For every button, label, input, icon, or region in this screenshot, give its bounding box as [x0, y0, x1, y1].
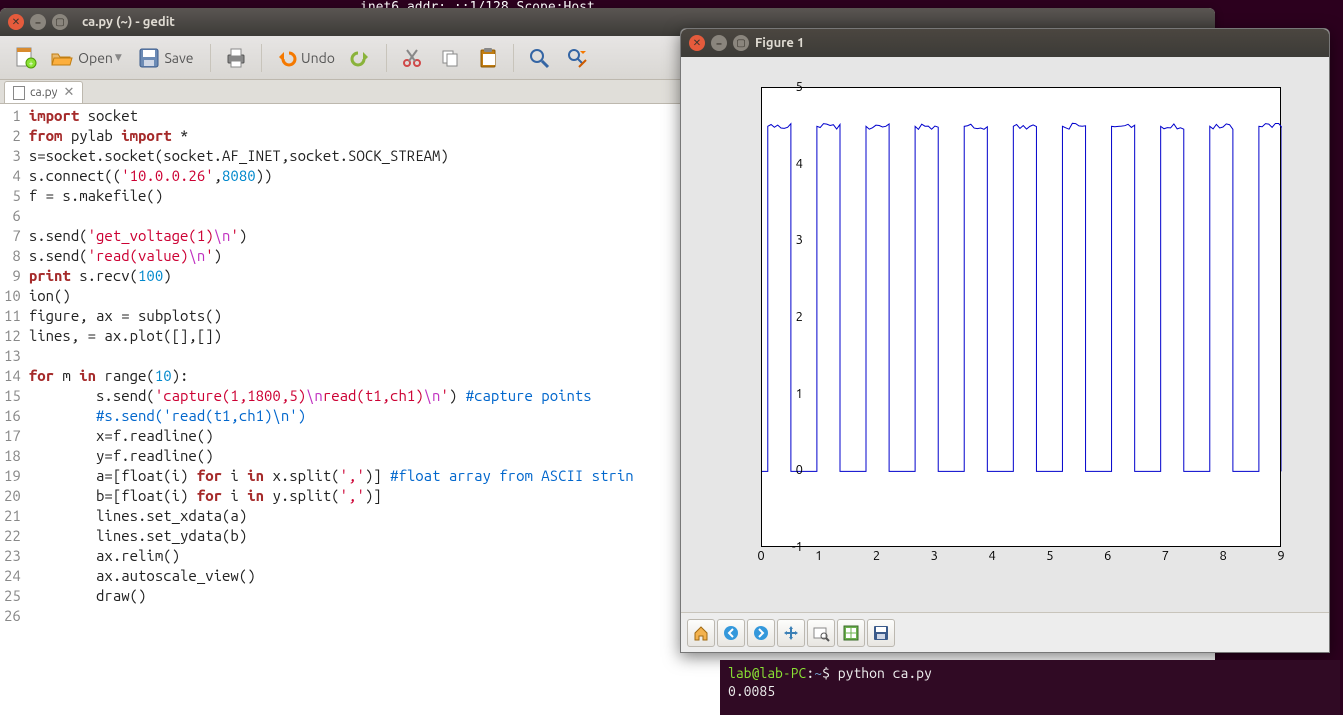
gedit-title: ca.py (~) - gedit	[82, 15, 175, 29]
terminal[interactable]: lab@lab-PC:~$ python ca.py 0.0085	[720, 660, 1340, 715]
x-tick-label: 5	[1046, 549, 1053, 563]
find-replace-button[interactable]	[560, 41, 594, 75]
x-tick-label: 7	[1162, 549, 1169, 563]
y-tick-label: 1	[796, 387, 803, 401]
open-label: Open	[78, 50, 113, 66]
mpl-home-button[interactable]	[687, 619, 715, 647]
x-tick-label: 1	[815, 549, 822, 563]
terminal-output: 0.0085	[728, 682, 1332, 700]
y-tick-label: 0	[796, 463, 803, 477]
x-tick-label: 2	[873, 549, 880, 563]
x-tick-label: 3	[931, 549, 938, 563]
window-close-button[interactable]: ✕	[8, 14, 24, 30]
mpl-zoom-button[interactable]	[807, 619, 835, 647]
terminal-prompt-path: ~	[814, 665, 822, 681]
figure-title: Figure 1	[755, 36, 804, 50]
mpl-save-button[interactable]	[867, 619, 895, 647]
print-button[interactable]	[219, 41, 253, 75]
search-button[interactable]	[522, 41, 556, 75]
file-icon	[13, 86, 25, 100]
y-tick-label: 3	[796, 233, 803, 247]
window-minimize-button[interactable]: –	[711, 35, 727, 51]
mpl-pan-button[interactable]	[777, 619, 805, 647]
mpl-back-button[interactable]	[717, 619, 745, 647]
y-tick-label: -1	[792, 540, 803, 554]
window-minimize-button[interactable]: –	[30, 14, 46, 30]
save-label: Save	[164, 50, 193, 66]
mpl-toolbar	[681, 612, 1329, 652]
line-number-gutter: 1234567891011121314151617181920212223242…	[0, 104, 25, 715]
dropdown-arrow-icon: ▼	[115, 52, 122, 63]
tab-close-icon[interactable]: ✕	[63, 85, 74, 100]
y-tick-label: 5	[796, 80, 803, 94]
save-button[interactable]: Save	[130, 41, 202, 75]
document-tab[interactable]: ca.py ✕	[4, 81, 83, 103]
open-button[interactable]: Open ▼	[46, 41, 126, 75]
cut-button[interactable]	[395, 41, 429, 75]
plot-axes	[761, 87, 1281, 547]
plot-line	[762, 88, 1282, 548]
redo-button[interactable]	[344, 41, 378, 75]
x-tick-label: 8	[1220, 549, 1227, 563]
y-tick-label: 4	[796, 157, 803, 171]
x-tick-label: 0	[757, 549, 764, 563]
new-file-button[interactable]: +	[8, 41, 42, 75]
figure-titlebar[interactable]: ✕ – ▢ Figure 1	[681, 29, 1329, 57]
terminal-command: python ca.py	[838, 665, 932, 681]
y-tick-label: 2	[796, 310, 803, 324]
terminal-prompt-user: lab@lab-PC	[728, 665, 806, 681]
plot-canvas[interactable]: -1 0 1 2 3 4 5 0 1 2 3 4 5 6 7 8 9	[681, 57, 1329, 612]
code-area[interactable]: import socketfrom pylab import *s=socket…	[25, 104, 634, 715]
x-tick-label: 9	[1277, 549, 1284, 563]
window-maximize-button[interactable]: ▢	[52, 14, 68, 30]
x-tick-label: 6	[1104, 549, 1111, 563]
svg-text:+: +	[29, 59, 34, 68]
mpl-configure-button[interactable]	[837, 619, 865, 647]
x-tick-label: 4	[988, 549, 995, 563]
paste-button[interactable]	[471, 41, 505, 75]
window-close-button[interactable]: ✕	[689, 35, 705, 51]
mpl-forward-button[interactable]	[747, 619, 775, 647]
undo-button[interactable]: Undo	[270, 41, 340, 75]
tab-label: ca.py	[30, 86, 57, 99]
window-maximize-button[interactable]: ▢	[733, 35, 749, 51]
undo-label: Undo	[301, 50, 335, 66]
copy-button[interactable]	[433, 41, 467, 75]
figure-window: ✕ – ▢ Figure 1 -1 0 1 2 3 4 5 0 1 2 3 4 5 6 7 8 9	[680, 28, 1330, 653]
